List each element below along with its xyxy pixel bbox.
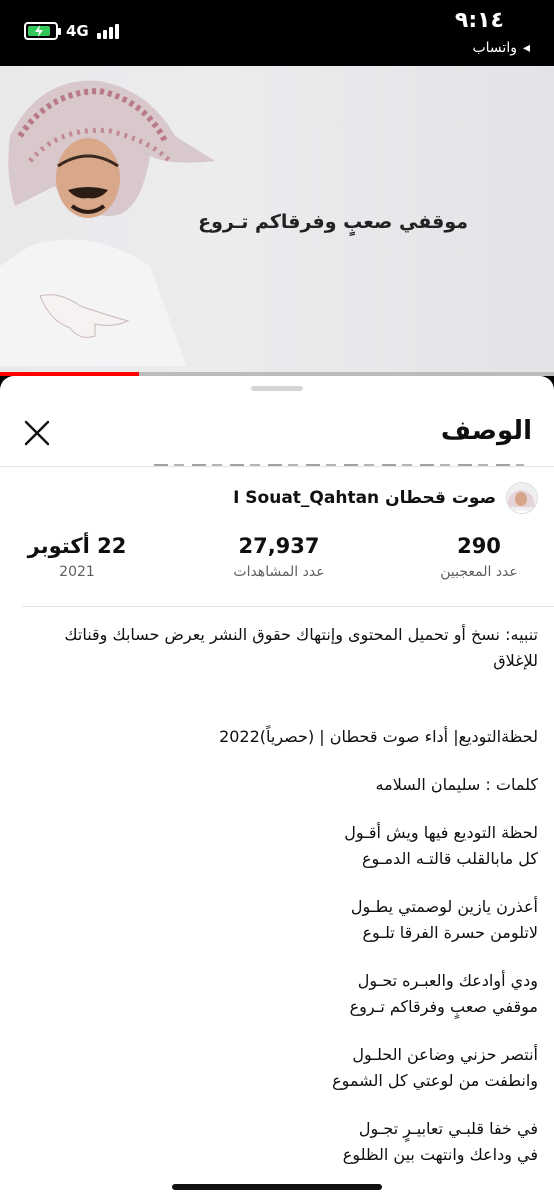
status-left: 4G xyxy=(24,22,119,40)
likes-stat: 290 عدد المعجبين xyxy=(404,534,554,594)
back-arrow-icon: ◂ xyxy=(522,40,530,56)
views-count: 27,937 xyxy=(238,534,320,558)
clock: ٩:١٤ xyxy=(454,8,504,33)
status-bar: 4G ٩:١٤ ◂ واتساب xyxy=(0,0,554,66)
back-app-label: واتساب xyxy=(472,40,517,56)
close-icon xyxy=(24,420,50,446)
stats-row: 290 عدد المعجبين 27,937 عدد المشاهدات 22… xyxy=(0,534,554,594)
views-stat: 27,937 عدد المشاهدات xyxy=(154,534,404,594)
likes-count: 290 xyxy=(457,534,501,558)
verse: ودي أوادعك والعبـره تحـول موقفي صعبٍ وفر… xyxy=(349,971,538,1016)
battery-icon xyxy=(24,22,61,40)
home-indicator[interactable] xyxy=(172,1184,382,1190)
stats-divider xyxy=(22,606,554,607)
signal-icon xyxy=(96,23,119,39)
back-to-app-link[interactable]: ◂ واتساب xyxy=(472,40,530,56)
charging-bolt-icon xyxy=(35,25,44,37)
channel-name[interactable]: صوت قحطان I Souat_Qahtan xyxy=(233,488,496,508)
sheet-drag-handle[interactable] xyxy=(251,386,303,391)
likes-label: عدد المعجبين xyxy=(440,564,518,580)
network-type: 4G xyxy=(66,22,89,40)
sheet-header: الوصف xyxy=(0,402,554,466)
close-button[interactable] xyxy=(20,416,54,450)
avatar-image xyxy=(507,483,537,513)
description-credits: كلمات : سليمان السلامه xyxy=(375,775,538,794)
video-caption: موقفي صعبٍ وفرقاكم تـروع xyxy=(198,211,468,233)
video-player[interactable]: موقفي صعبٍ وفرقاكم تـروع xyxy=(0,66,554,376)
verse: أعذرن يازين لوصمتي يطـول لاتلومن حسرة ال… xyxy=(350,897,538,942)
date-stat: 22 أكتوبر 2021 xyxy=(0,534,154,594)
battery-level xyxy=(28,25,51,37)
publish-date: 22 أكتوبر xyxy=(27,534,127,558)
publish-year: 2021 xyxy=(59,564,95,580)
description-title-line: لحظةالتوديع| أداء صوت قحطان | (حصرياً)20… xyxy=(219,727,538,746)
verse: في خفا قلبـي تعابيـرٍ تجـول في وداعك وان… xyxy=(342,1119,538,1164)
description-sheet: الوصف صوت قحطان I Souat_Qahtan 290 عدد ا… xyxy=(0,376,554,1200)
verse: أنتصر حزني وضاعن الحلـول وانطفت من لوعتي… xyxy=(332,1045,538,1090)
verse: لحظة التوديع فيها ويش أقـول كل مابالقلب … xyxy=(344,823,538,868)
header-divider xyxy=(0,466,554,467)
sheet-title: الوصف xyxy=(440,416,532,446)
views-label: عدد المشاهدات xyxy=(233,564,325,580)
description-body: تنبيه: نسخ أو تحميل المحتوى وإنتهاك حقوق… xyxy=(18,622,538,1190)
description-warning: تنبيه: نسخ أو تحميل المحتوى وإنتهاك حقوق… xyxy=(64,625,538,670)
channel-row[interactable]: صوت قحطان I Souat_Qahtan xyxy=(233,480,538,516)
channel-avatar[interactable] xyxy=(506,482,538,514)
